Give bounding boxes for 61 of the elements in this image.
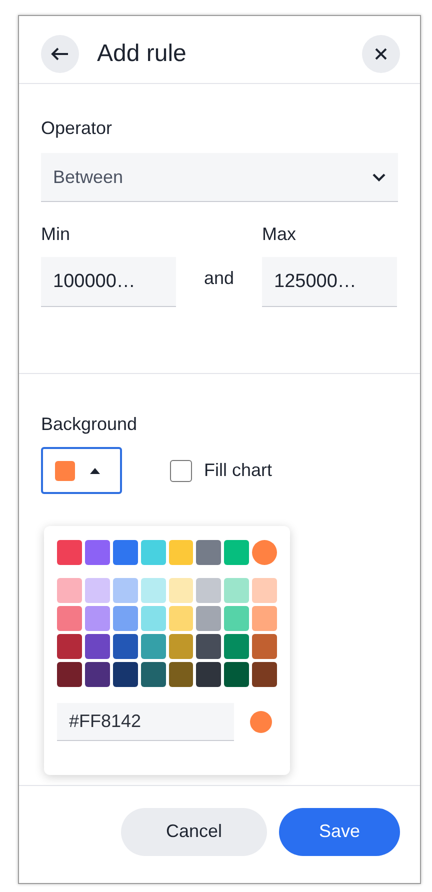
color-swatch[interactable] bbox=[112, 634, 138, 659]
color-swatch[interactable] bbox=[57, 606, 82, 631]
color-swatch[interactable] bbox=[57, 634, 82, 659]
color-swatch[interactable] bbox=[84, 634, 110, 659]
color-swatch[interactable] bbox=[252, 606, 277, 631]
cancel-button[interactable]: Cancel bbox=[121, 808, 267, 856]
color-swatch[interactable] bbox=[57, 578, 82, 603]
field-label: Max bbox=[262, 224, 298, 245]
color-swatch[interactable] bbox=[140, 662, 166, 687]
close-button[interactable] bbox=[362, 34, 400, 72]
color-swatch[interactable] bbox=[84, 606, 110, 631]
color-swatch[interactable] bbox=[196, 662, 222, 687]
close-icon bbox=[375, 48, 387, 60]
color-swatch[interactable] bbox=[140, 606, 166, 631]
color-swatch[interactable] bbox=[224, 578, 250, 603]
color-swatch[interactable] bbox=[168, 634, 194, 659]
color-swatch[interactable] bbox=[112, 578, 138, 603]
color-swatch[interactable] bbox=[196, 634, 222, 659]
checkbox[interactable] bbox=[170, 460, 192, 482]
min-input[interactable]: 100000… bbox=[41, 257, 176, 307]
color-swatch[interactable] bbox=[252, 540, 277, 565]
color-swatch[interactable] bbox=[84, 662, 110, 687]
color-swatch[interactable] bbox=[140, 578, 166, 603]
color-swatch[interactable] bbox=[224, 540, 250, 565]
color-swatch[interactable] bbox=[224, 634, 250, 659]
color-swatch[interactable] bbox=[168, 606, 194, 631]
field-label: Min bbox=[41, 224, 72, 245]
color-swatch[interactable] bbox=[84, 578, 110, 603]
color-swatch[interactable] bbox=[57, 662, 82, 687]
max-input[interactable]: 125000… bbox=[262, 257, 397, 307]
color-swatch[interactable] bbox=[168, 662, 194, 687]
field-label: Background bbox=[41, 414, 138, 435]
hex-input[interactable]: #FF8142 bbox=[57, 703, 234, 741]
color-swatch[interactable] bbox=[112, 540, 138, 565]
color-swatch[interactable] bbox=[57, 540, 82, 565]
color-preview-dot bbox=[250, 711, 272, 733]
color-swatch[interactable] bbox=[252, 634, 277, 659]
color-swatch[interactable] bbox=[140, 540, 166, 565]
color-swatch[interactable] bbox=[168, 540, 194, 565]
color-swatch[interactable] bbox=[84, 540, 110, 565]
color-swatch[interactable] bbox=[224, 606, 250, 631]
color-swatch[interactable] bbox=[252, 662, 277, 687]
panel-title: Add rule bbox=[97, 40, 188, 68]
checkbox-label: Fill chart bbox=[204, 460, 272, 481]
color-swatch[interactable] bbox=[196, 606, 222, 631]
color-swatch[interactable] bbox=[112, 606, 138, 631]
color-swatch[interactable] bbox=[252, 578, 277, 603]
operator-dropdown[interactable]: Between bbox=[41, 153, 398, 202]
color-swatch[interactable] bbox=[196, 540, 222, 565]
arrow-left-icon bbox=[51, 46, 69, 60]
color-swatch[interactable] bbox=[168, 578, 194, 603]
back-button[interactable] bbox=[41, 34, 79, 72]
save-button[interactable]: Save bbox=[279, 808, 400, 856]
color-swatch[interactable] bbox=[196, 578, 222, 603]
joiner-text: and bbox=[202, 267, 236, 290]
color-swatch[interactable] bbox=[112, 662, 138, 687]
color-swatch[interactable] bbox=[224, 662, 250, 687]
color-picker-button[interactable] bbox=[41, 447, 122, 494]
field-label: Operator bbox=[41, 118, 114, 139]
color-swatch[interactable] bbox=[140, 634, 166, 659]
chevron-down-icon bbox=[372, 172, 386, 182]
